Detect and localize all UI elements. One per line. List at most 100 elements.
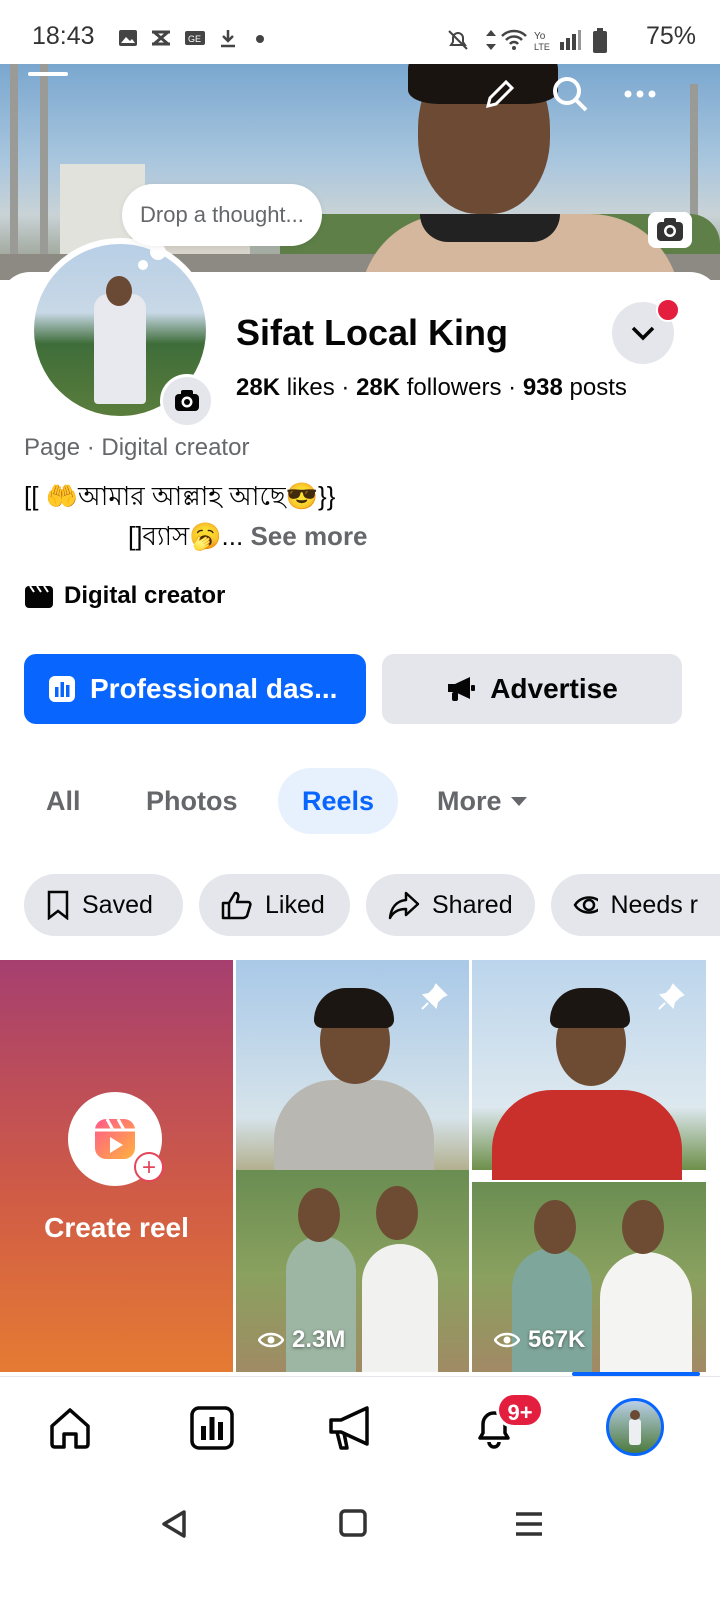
svg-text:Yo: Yo [534,31,546,42]
filter-saved[interactable]: Saved [24,874,183,936]
reel-person-shirt [492,1090,682,1180]
reel-views-count: 2.3M [292,1326,346,1353]
svg-text:LTE: LTE [534,42,550,52]
tab-reels[interactable]: Reels [278,768,399,834]
edit-avatar-button[interactable] [160,374,214,428]
tab-all[interactable]: All [46,768,81,834]
mute-icon [448,30,468,50]
search-button[interactable] [546,70,594,118]
reel-person-hair [314,988,394,1028]
nav-ads[interactable] [322,1398,382,1458]
create-reel-tile[interactable]: + Create reel [0,960,233,1372]
nav-profile-avatar[interactable] [606,1398,664,1456]
tab-more-label: More [437,786,502,816]
megaphone-icon [329,1406,369,1450]
data-arrows-icon [486,30,496,50]
dot-icon [256,35,264,43]
likes-label[interactable]: likes [287,374,335,401]
reel-views-count: 567K [528,1326,586,1353]
avatar-person [94,294,146,404]
edit-button[interactable] [476,70,524,118]
posts-label[interactable]: posts [570,374,627,401]
camera-icon [657,218,683,241]
bookmark-icon [47,890,69,920]
home-icon [50,1408,90,1449]
reel-person-face [534,1200,576,1254]
reel-person-shirt [600,1252,692,1372]
utility-pole [10,64,18,280]
active-tab-indicator [572,1372,700,1376]
thought-bubble[interactable]: Drop a thought... [122,184,322,246]
bio-line-2: []ব্যাস🥱... See more [128,516,368,560]
create-reel-label: Create reel [44,1212,189,1243]
caret-down-icon [510,797,527,806]
reel-thumbnail[interactable]: 2.3M [236,960,469,1372]
reel-views: 2.3M [258,1326,345,1354]
advertise-label: Advertise [490,673,618,704]
bluetooth-off-icon [152,30,170,46]
menu-handle [28,72,68,76]
filter-shared[interactable]: Shared [366,874,535,936]
more-button[interactable] [616,70,664,118]
tab-photos[interactable]: Photos [146,768,238,834]
filter-liked-label: Liked [265,890,325,919]
nav-dashboard[interactable] [182,1398,242,1458]
thought-bubble-tail [138,260,148,270]
volte-icon: YoLTE [534,31,550,52]
filter-shared-label: Shared [432,890,513,919]
search-icon [553,77,588,112]
followers-label[interactable]: followers [407,374,502,401]
page-category: Page · Digital creator [24,434,250,461]
thumbs-up-icon [221,891,252,920]
gallery-icon [119,30,137,46]
eye-icon [258,1332,284,1348]
posts-count[interactable]: 938 [523,374,563,401]
more-icon [624,90,656,98]
separator: · [508,374,517,401]
home-button-icon[interactable] [338,1508,368,1538]
chevron-down-icon [631,326,655,341]
reel-thumbnail[interactable]: 567K [472,960,706,1372]
reel-person-face [298,1188,340,1242]
battery-percent: 75% [645,22,696,50]
avatar-thumbnail [629,1410,641,1445]
filter-liked[interactable]: Liked [199,874,350,936]
tab-more[interactable]: More [437,768,528,834]
camera-icon [175,390,199,411]
download-icon [221,30,235,48]
reel-person-face [376,1186,418,1240]
filter-needs-review[interactable]: Needs r [551,874,720,936]
nav-home[interactable] [40,1398,100,1458]
professional-dashboard-button[interactable]: Professional das... [24,654,366,724]
share-icon [388,891,420,920]
edit-icon [485,79,515,109]
creator-tag: Digital creator [24,582,225,610]
likes-count[interactable]: 28K [236,374,280,401]
utility-pole [40,64,48,280]
advertise-button[interactable]: Advertise [382,654,682,724]
separator: · [341,374,350,401]
followers-count[interactable]: 28K [356,374,400,401]
insights-icon [190,1406,234,1450]
eye-icon [494,1332,520,1348]
eye-icon [573,896,599,914]
plus-icon: + [134,1152,164,1182]
filter-saved-label: Saved [82,890,153,919]
status-bar: 18:43 GE Yo LTE 75% [0,0,720,64]
dashboard-icon [49,676,75,702]
profile-stats: 28K likes · 28K followers · 938 posts [236,374,627,402]
back-icon[interactable] [158,1508,190,1540]
notification-dot [656,298,680,322]
filter-needs-review-label: Needs r [610,890,698,919]
clapperboard-icon [25,585,53,608]
status-time: 18:43 [32,22,95,50]
reel-person-face [622,1200,664,1254]
edit-cover-button[interactable] [648,212,692,248]
see-more-link[interactable]: See more [250,521,367,551]
recents-icon[interactable] [514,1510,544,1538]
sim-card-icon: GE [185,31,205,45]
notification-badge: 9+ [496,1392,544,1428]
avatar-head [106,276,132,306]
pin-icon [421,983,448,1010]
wifi-icon [501,29,527,50]
